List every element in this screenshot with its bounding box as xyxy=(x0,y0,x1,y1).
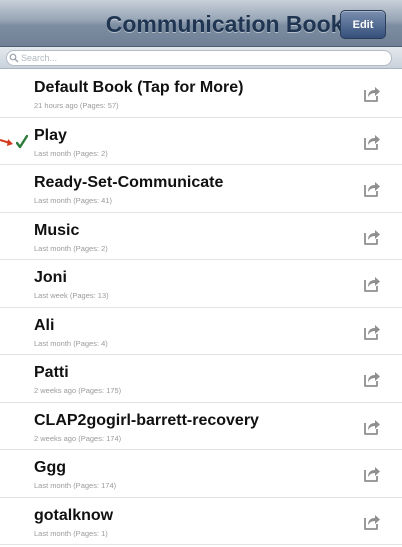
book-detail: Last month (Pages: 2) xyxy=(34,148,108,158)
book-title: Joni xyxy=(34,269,67,286)
search-bar: Search... xyxy=(0,47,402,69)
checkmark-icon xyxy=(16,134,28,148)
book-title: gotalknow xyxy=(34,506,114,524)
book-detail: Last month (Pages: 174) xyxy=(34,481,117,490)
book-title: Ggg xyxy=(34,459,66,476)
share-arrow-icon[interactable] xyxy=(362,369,382,389)
book-detail: Last month (Pages: 4) xyxy=(34,338,108,348)
list-item[interactable]: gotalknow Last month (Pages: 1) xyxy=(0,498,402,545)
book-title: CLAP2gogirl-barrett-recovery xyxy=(34,411,259,429)
book-title: Ready-Set-Communicate xyxy=(34,174,224,191)
list-item[interactable]: Ggg Last month (Pages: 174) xyxy=(0,450,402,498)
list-item[interactable]: Ready-Set-Communicate Last month (Pages: … xyxy=(0,165,402,213)
book-title: Default Book (Tap for More) xyxy=(34,79,244,96)
list-item[interactable]: Default Book (Tap for More) 21 hours ago … xyxy=(0,70,402,118)
list-item[interactable]: Joni Last week (Pages: 13) xyxy=(0,260,402,308)
list-item[interactable]: Patti 2 weeks ago (Pages: 175) xyxy=(0,355,402,403)
book-detail: Last month (Pages: 41) xyxy=(34,196,112,205)
edit-button[interactable]: Edit xyxy=(340,10,386,39)
book-title: Play xyxy=(34,126,67,144)
share-arrow-icon[interactable] xyxy=(362,274,382,294)
share-arrow-icon[interactable] xyxy=(362,132,382,152)
book-title: Patti xyxy=(34,364,69,381)
list-item[interactable]: CLAP2gogirl-barrett-recovery 2 weeks ago … xyxy=(0,403,402,450)
book-detail: Last week (Pages: 13) xyxy=(34,291,109,300)
book-list: Default Book (Tap for More) 21 hours ago … xyxy=(0,70,402,545)
share-arrow-icon[interactable] xyxy=(362,322,382,342)
search-placeholder: Search... xyxy=(21,53,58,63)
share-arrow-icon[interactable] xyxy=(362,464,382,484)
book-title: Music xyxy=(34,221,80,239)
book-detail: 21 hours ago (Pages: 57) xyxy=(34,101,119,110)
search-input[interactable]: Search... xyxy=(6,50,392,66)
share-arrow-icon[interactable] xyxy=(362,227,382,247)
navigation-bar: Communication Books Edit xyxy=(0,0,402,47)
book-detail: Last month (Pages: 2) xyxy=(34,243,108,253)
share-arrow-icon[interactable] xyxy=(362,84,382,104)
book-detail: 2 weeks ago (Pages: 174) xyxy=(34,433,122,443)
search-icon xyxy=(9,53,19,63)
list-item[interactable]: Music Last month (Pages: 2) xyxy=(0,213,402,260)
share-arrow-icon[interactable] xyxy=(362,417,382,437)
book-detail: Last month (Pages: 1) xyxy=(34,528,108,538)
book-title: Ali xyxy=(34,316,55,334)
red-arrow-icon xyxy=(0,138,13,146)
list-item[interactable]: Play Last month (Pages: 2) xyxy=(0,118,402,165)
list-item[interactable]: Ali Last month (Pages: 4) xyxy=(0,308,402,355)
share-arrow-icon[interactable] xyxy=(362,512,382,532)
share-arrow-icon[interactable] xyxy=(362,179,382,199)
book-detail: 2 weeks ago (Pages: 175) xyxy=(34,386,122,395)
